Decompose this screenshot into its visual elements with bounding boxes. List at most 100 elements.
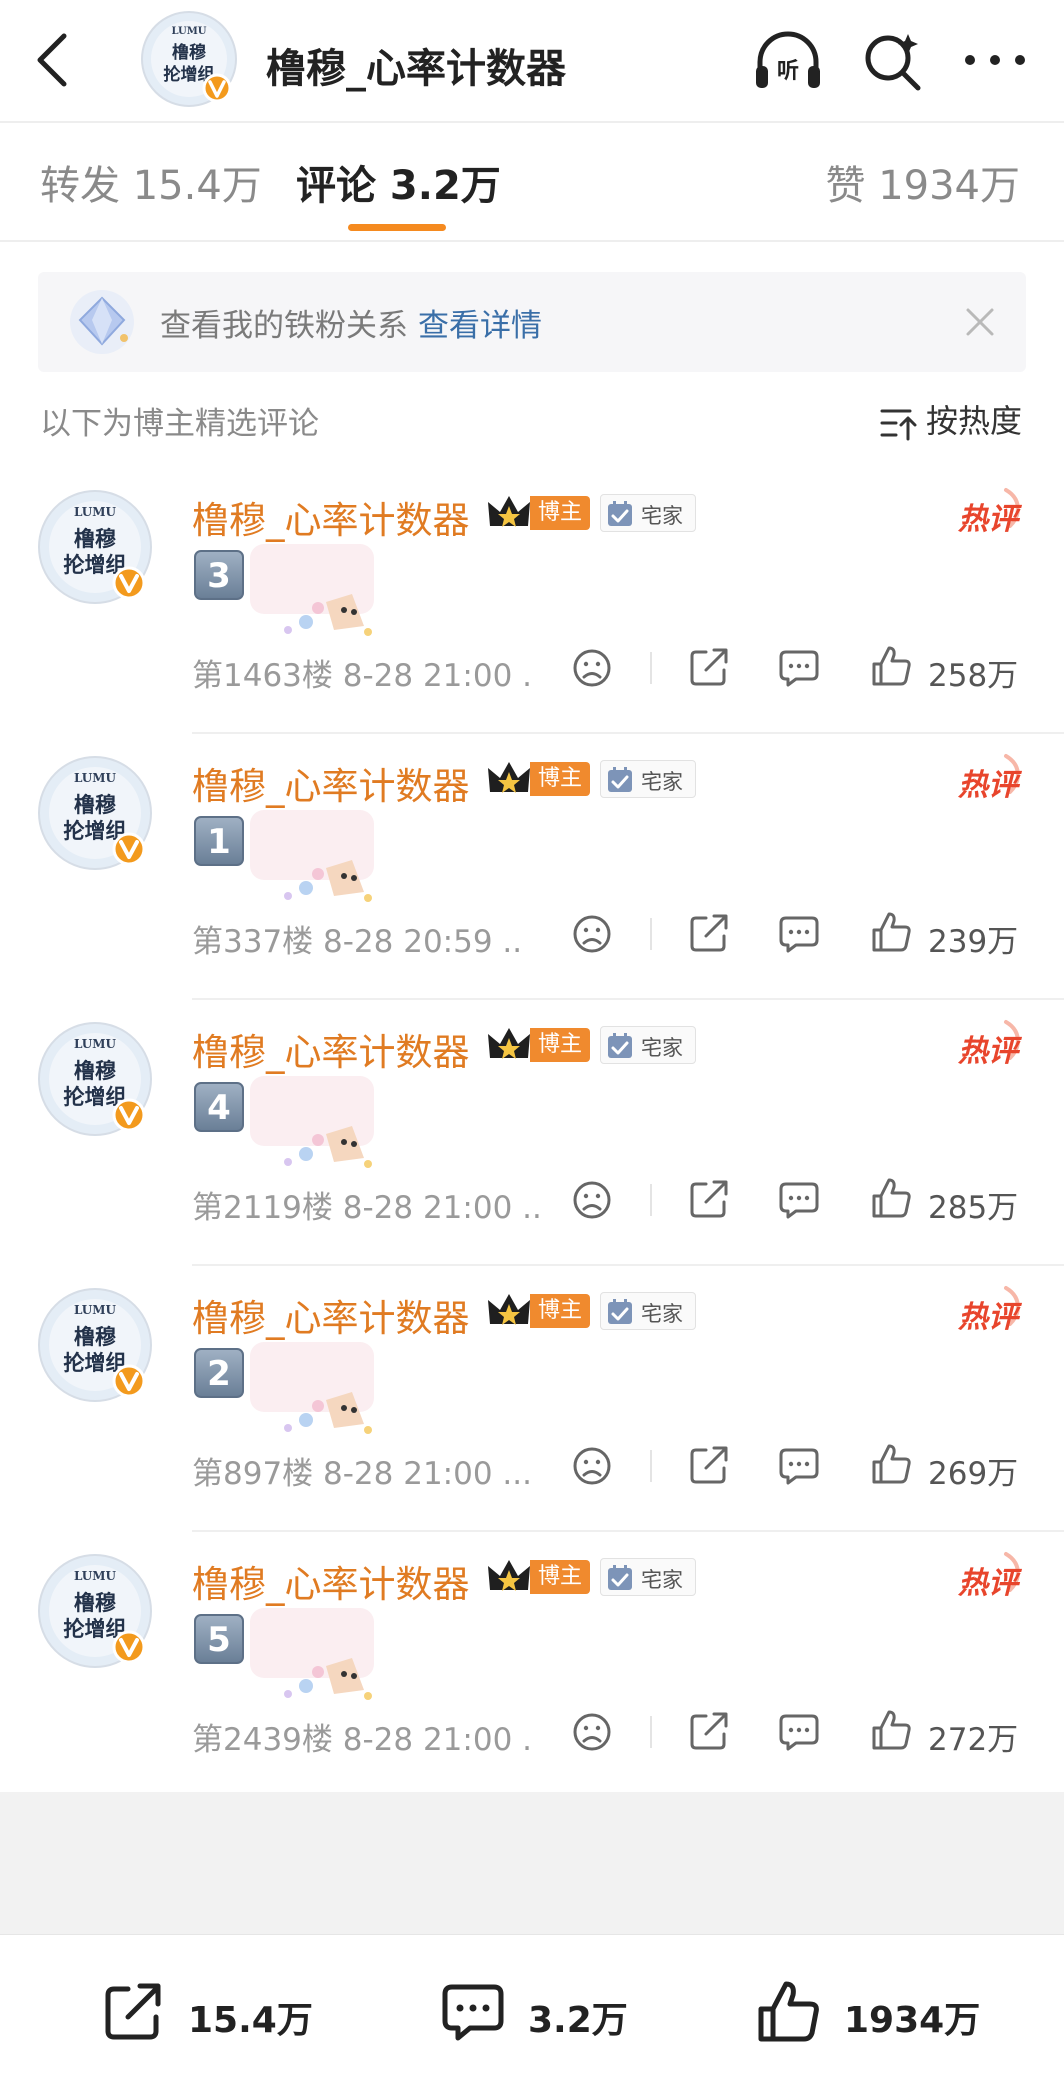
share-icon[interactable] [688,646,730,688]
crown-icon [488,1294,530,1325]
reply-comment-icon[interactable] [778,1446,820,1486]
commenter-username[interactable]: 橹穆_心率计数器 [192,756,470,810]
fan-badge-label: 宅家 [641,770,683,794]
search-icon[interactable] [860,28,926,94]
sticker-image[interactable] [248,1606,380,1704]
number-keycap-emoji: 4 [194,1082,244,1132]
fan-group-badge[interactable]: 宅家 [600,760,696,798]
comment-divider [192,1264,1064,1266]
hot-comment-badge: 热评 [954,1550,1026,1602]
comment-number: 3 [207,556,231,596]
crown-icon [488,1028,530,1059]
hot-comment-label: 热评 [958,1566,1018,1601]
calendar-check-icon [608,1565,632,1590]
tab-like[interactable]: 赞 1934万 [825,153,1020,211]
thumbs-up-icon[interactable] [870,1176,912,1220]
hot-comment-label: 热评 [958,502,1018,537]
reply-comment-icon[interactable] [778,1712,820,1752]
commenter-username[interactable]: 橹穆_心率计数器 [192,490,470,544]
floor-and-time: 第897楼 8-28 21:00 ... [192,1456,532,1492]
dislike-sad-face-icon[interactable] [572,648,612,688]
calendar-check-icon [608,501,632,526]
commenter-username[interactable]: 橹穆_心率计数器 [192,1288,470,1342]
interaction-tabs: 转发 15.4万 评论 3.2万 赞 1934万 [0,123,1064,241]
avatar-text-line1: 橹穆 [74,527,116,551]
dislike-sad-face-icon[interactable] [572,1446,612,1486]
reply-comment-icon[interactable] [778,914,820,954]
reply-comment-icon[interactable] [778,1180,820,1220]
commenter-username[interactable]: 橹穆_心率计数器 [192,1554,470,1608]
bottom-action-bar: 15.4万 3.2万 1934万 [0,1934,1064,2082]
active-tab-indicator [348,224,446,231]
share-icon[interactable] [688,1178,730,1220]
hot-comment-label: 热评 [958,768,1018,803]
fan-group-badge[interactable]: 宅家 [600,1026,696,1064]
share-icon[interactable] [688,912,730,954]
blogger-avatar[interactable]: LUMU 橹穆 抡增组 [140,10,238,108]
avatar-text-line1: 橹穆 [74,1059,116,1083]
number-keycap-emoji: 1 [194,816,244,866]
view-details-link[interactable]: 查看详情 [418,308,542,344]
fan-group-badge[interactable]: 宅家 [600,494,696,532]
tab-repost[interactable]: 转发 15.4万 [40,153,262,211]
reply-comment-icon[interactable] [778,648,820,688]
comment-divider [192,1530,1064,1532]
avatar-text-line1: 橹穆 [172,42,206,63]
action-separator [650,1716,652,1748]
blogger-badge: 博主 [530,1560,591,1594]
hot-comment-label: 热评 [958,1034,1018,1069]
comment-number: 2 [207,1354,231,1394]
avatar-text-lumu: LUMU [172,26,207,37]
dislike-sad-face-icon[interactable] [572,1180,612,1220]
commenter-avatar[interactable]: LUMU 橹穆 抡增组 [36,1020,154,1138]
sticker-image[interactable] [248,1340,380,1438]
commenter-avatar[interactable]: LUMU 橹穆 抡增组 [36,1552,154,1670]
commenter-avatar[interactable]: LUMU 橹穆 抡增组 [36,488,154,606]
fan-group-badge[interactable]: 宅家 [600,1292,696,1330]
thumbs-up-icon[interactable] [870,910,912,954]
comment-divider [192,732,1064,734]
sort-by-hot-button[interactable]: 按热度 [880,396,1022,441]
more-options-icon[interactable] [960,40,1030,80]
dislike-sad-face-icon[interactable] [572,1712,612,1752]
fan-badge-label: 宅家 [641,1568,683,1592]
headphones-listen-icon[interactable]: 听 [752,28,824,94]
comment-item: LUMU 橹穆 抡增组 橹穆_心率计数器 博主 宅家 热评 [0,1534,1064,1800]
diamond-icon [70,290,134,354]
crown-icon [488,1560,530,1591]
fan-relationship-banner[interactable]: 查看我的铁粉关系 查看详情 [38,272,1026,372]
comment-divider [192,998,1064,1000]
avatar-text-lumu: LUMU [74,1569,117,1583]
fan-group-badge[interactable]: 宅家 [600,1558,696,1596]
floor-and-time: 第2119楼 8-28 21:00 .. [192,1190,542,1226]
like-count: 258万 [928,658,1019,694]
listen-label: 听 [777,59,799,84]
dislike-sad-face-icon[interactable] [572,914,612,954]
avatar-text-lumu: LUMU [74,505,117,519]
comment-number: 5 [207,1620,231,1660]
hot-comment-badge: 热评 [954,486,1026,538]
thumbs-up-icon[interactable] [870,644,912,688]
sticker-image[interactable] [248,542,380,640]
floor-and-time: 第2439楼 8-28 21:00 . [192,1722,533,1758]
sticker-image[interactable] [248,808,380,906]
selected-comments-label: 以下为博主精选评论 [40,406,319,442]
comment-item: LUMU 橹穆 抡增组 橹穆_心率计数器 博主 宅家 热评 [0,1268,1064,1534]
commenter-username[interactable]: 橹穆_心率计数器 [192,1022,470,1076]
share-icon[interactable] [688,1444,730,1486]
back-arrow-icon[interactable] [28,30,78,90]
repost-share-icon [105,1983,161,2040]
comment-number: 1 [207,822,231,862]
thumbs-up-icon[interactable] [870,1708,912,1752]
commenter-avatar[interactable]: LUMU 橹穆 抡增组 [36,1286,154,1404]
action-separator [650,652,652,684]
sticker-image[interactable] [248,1074,380,1172]
share-icon[interactable] [688,1710,730,1752]
crown-icon [488,496,530,527]
commenter-avatar[interactable]: LUMU 橹穆 抡增组 [36,754,154,872]
calendar-check-icon [608,1299,632,1324]
like-count: 272万 [928,1722,1019,1758]
close-icon[interactable] [958,300,1002,344]
thumbs-up-icon[interactable] [870,1442,912,1486]
calendar-check-icon [608,1033,632,1058]
